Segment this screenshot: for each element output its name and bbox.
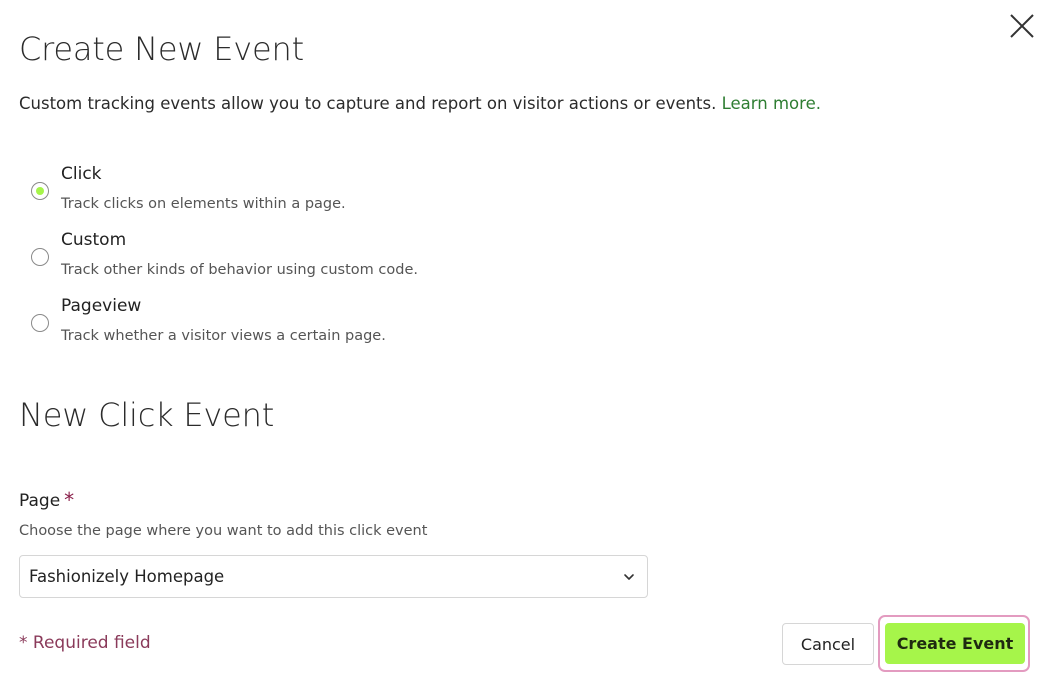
event-type-description: Track other kinds of behavior using cust… <box>61 262 418 278</box>
cancel-button[interactable]: Cancel <box>782 623 874 665</box>
required-marker: * <box>64 488 75 512</box>
create-event-focus-ring: Create Event <box>878 615 1030 672</box>
radio-button-click[interactable] <box>31 182 49 200</box>
intro-text: Custom tracking events allow you to capt… <box>19 94 717 113</box>
event-type-pageview-option[interactable]: Pageview Track whether a visitor views a… <box>30 296 450 356</box>
radio-button-pageview[interactable] <box>31 314 49 332</box>
page-field-label: Page * <box>19 488 74 512</box>
event-type-click-option[interactable]: Click Track clicks on elements within a … <box>30 164 450 224</box>
page-select[interactable]: Fashionizely Homepage <box>19 555 648 598</box>
event-type-label: Pageview <box>61 296 142 316</box>
chevron-down-icon <box>624 574 634 580</box>
dialog-title: Create New Event <box>19 30 304 68</box>
create-event-button[interactable]: Create Event <box>885 623 1025 664</box>
page-field-help: Choose the page where you want to add th… <box>19 523 428 539</box>
required-field-note: * Required field <box>19 633 151 653</box>
page-select-value: Fashionizely Homepage <box>29 567 225 586</box>
event-type-label: Custom <box>61 230 127 250</box>
event-type-label: Click <box>61 164 102 184</box>
radio-button-custom[interactable] <box>31 248 49 266</box>
learn-more-link[interactable]: Learn more. <box>722 94 821 113</box>
event-type-description: Track whether a visitor views a certain … <box>61 328 386 344</box>
event-type-description: Track clicks on elements within a page. <box>61 196 346 212</box>
section-title: New Click Event <box>19 396 275 434</box>
dialog-intro: Custom tracking events allow you to capt… <box>19 94 821 113</box>
event-type-custom-option[interactable]: Custom Track other kinds of behavior usi… <box>30 230 450 290</box>
page-label-text: Page <box>19 491 61 511</box>
close-icon[interactable] <box>1008 12 1036 40</box>
